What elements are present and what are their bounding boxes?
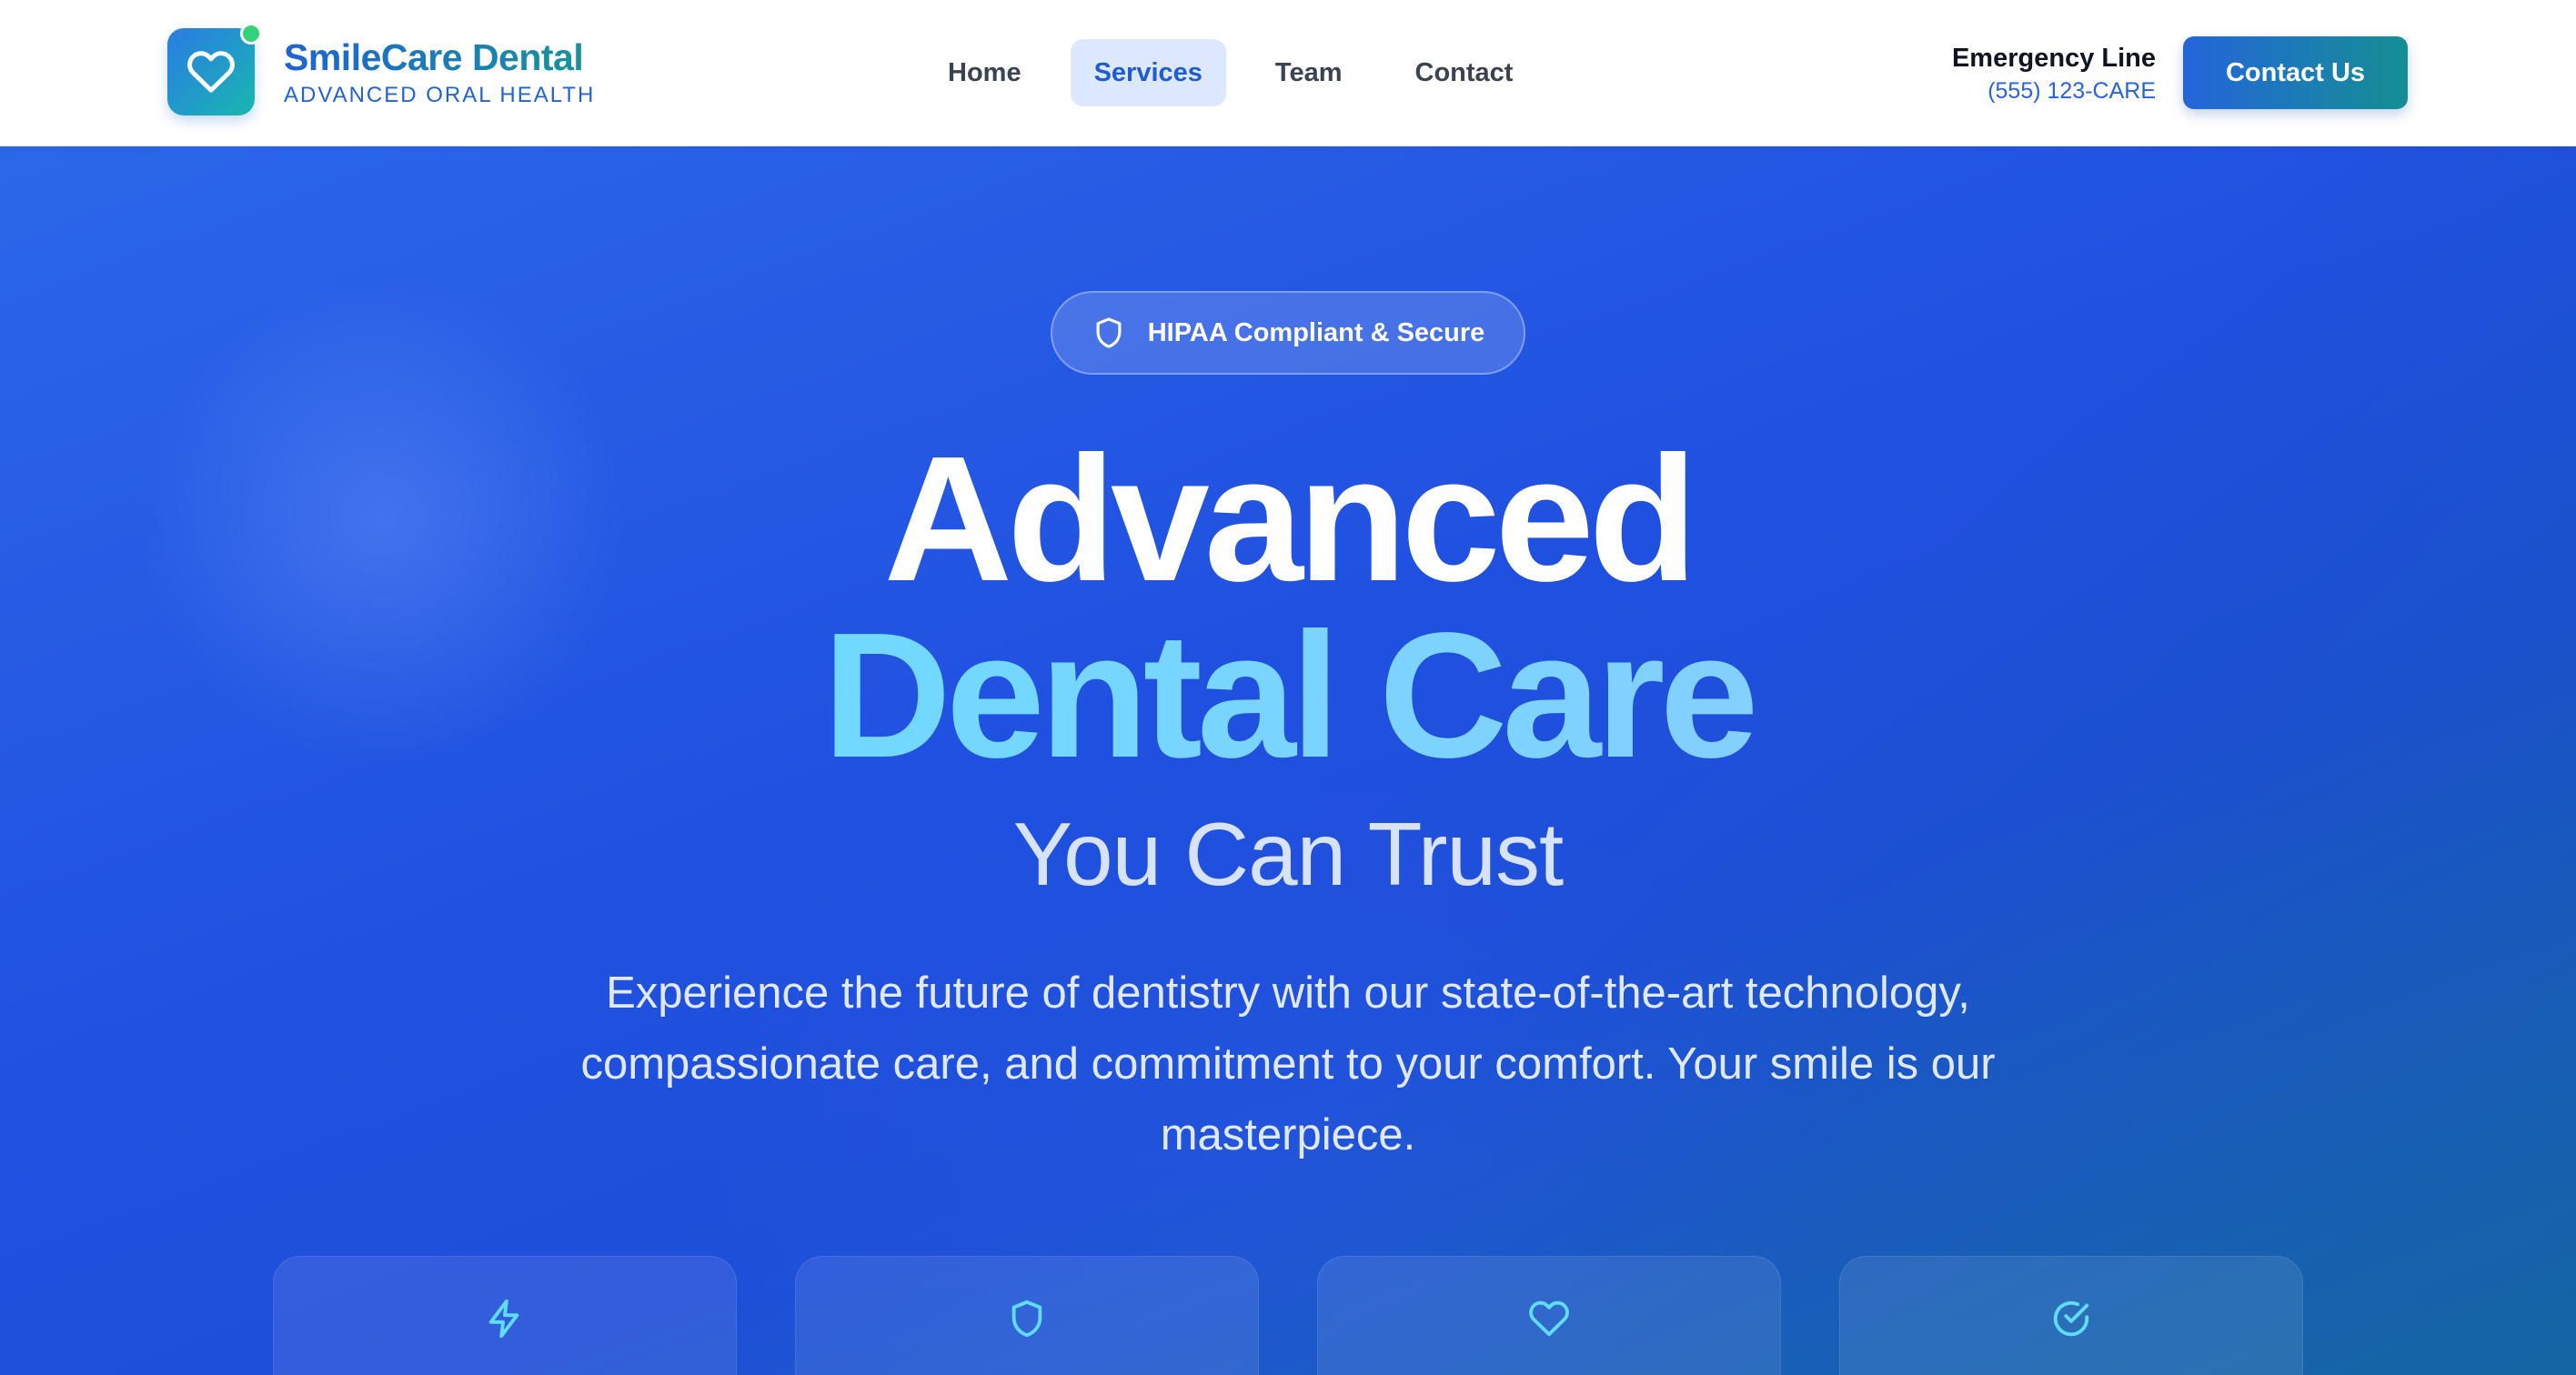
feature-card (273, 1256, 737, 1375)
lightning-icon (488, 1299, 519, 1339)
brand-text: SmileCare Dental ADVANCED ORAL HEALTH (284, 35, 595, 108)
feature-cards (273, 1256, 2303, 1375)
site-header: SmileCare Dental ADVANCED ORAL HEALTH Ho… (0, 0, 2576, 146)
contact-us-button[interactable]: Contact Us (2183, 36, 2408, 109)
emergency-phone-link[interactable]: (555) 123-CARE (1952, 78, 2156, 105)
brand-name: SmileCare Dental (284, 35, 595, 79)
hipaa-badge-text: HIPAA Compliant & Secure (1147, 317, 1485, 347)
feature-card (1317, 1256, 1781, 1375)
logo-badge (167, 23, 262, 115)
shield-icon (1011, 1300, 1042, 1338)
brand-tagline: ADVANCED ORAL HEALTH (284, 83, 596, 107)
hero-description: Experience the future of dentistry with … (580, 969, 1996, 1159)
hero-headline-line1: Advanced (883, 419, 1698, 618)
nav-item-services[interactable]: Services (1070, 39, 1226, 106)
heart-icon (1529, 1300, 1569, 1337)
hero-subheadline: You Can Trust (1012, 804, 1564, 904)
emergency-label: Emergency Line (1951, 44, 2156, 73)
brand-logo[interactable]: SmileCare Dental ADVANCED ORAL HEALTH (167, 23, 595, 115)
shield-icon (1096, 317, 1122, 348)
hero-headline-line2: Dental Care (0, 605, 2576, 787)
heart-icon (187, 51, 235, 93)
feature-card (1839, 1256, 2303, 1375)
feature-card (795, 1256, 1259, 1375)
hipaa-badge: HIPAA Compliant & Secure (1051, 291, 1525, 375)
check-circle-icon (2053, 1300, 2089, 1337)
nav-item-team[interactable]: Team (1252, 39, 1366, 106)
main-nav: Home Services Team Contact (924, 39, 1536, 106)
online-status-dot (240, 23, 262, 45)
nav-item-home[interactable]: Home (924, 39, 1045, 106)
hero-section: HIPAA Compliant & Secure Advanced Dental… (0, 146, 2576, 1375)
nav-item-contact[interactable]: Contact (1392, 39, 1537, 106)
emergency-line: Emergency Line (555) 123-CARE (1952, 42, 2156, 105)
